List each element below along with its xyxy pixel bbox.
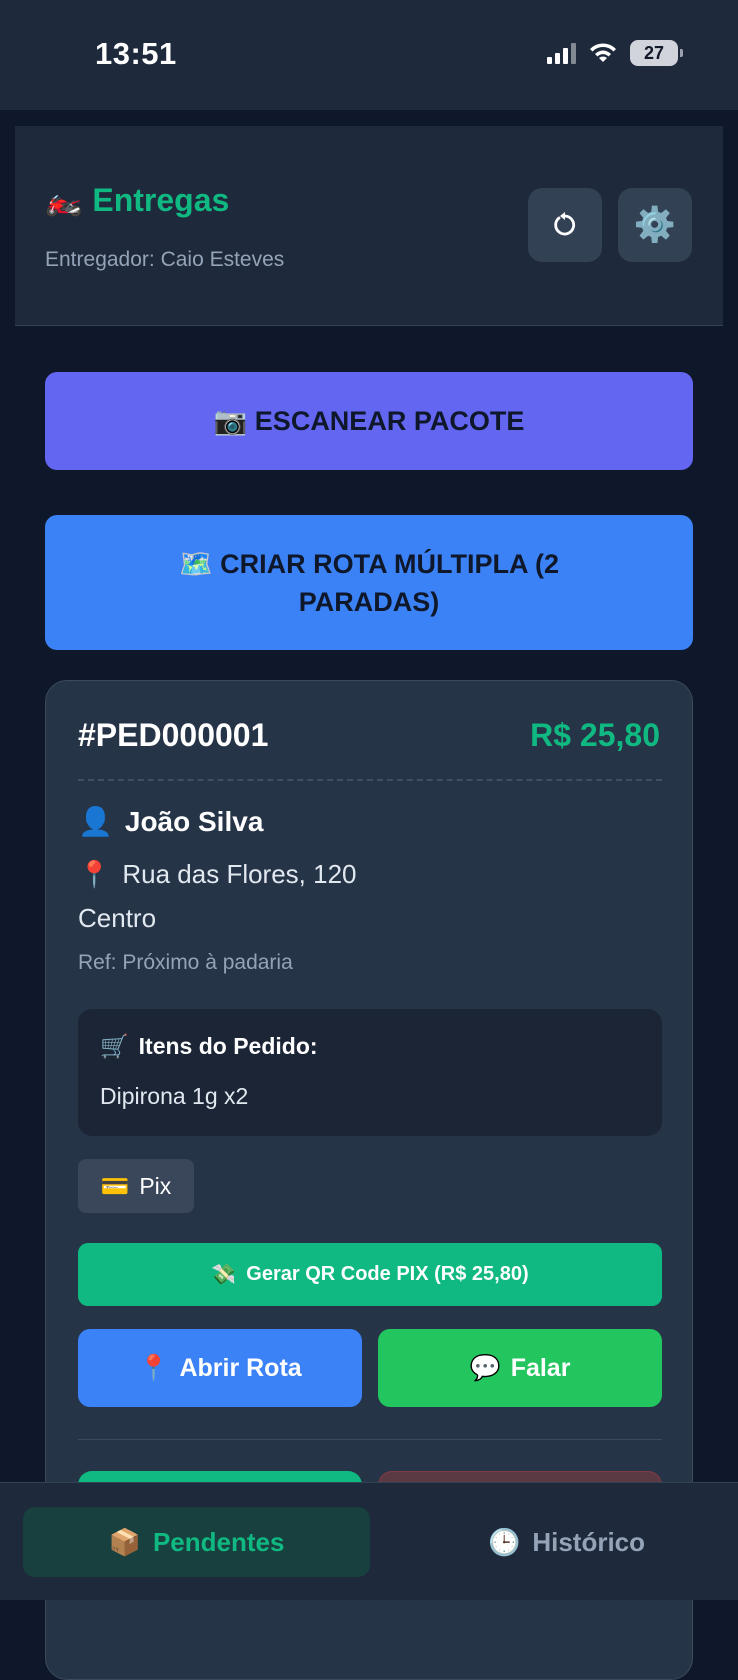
talk-label: Falar: [510, 1353, 571, 1382]
signal-icon: [547, 42, 576, 64]
items-title: 🛒 Itens do Pedido:: [100, 1033, 318, 1060]
scan-package-button[interactable]: 📷 ESCANEAR PACOTE: [45, 372, 693, 470]
tab-pending[interactable]: 📦 Pendentes: [23, 1507, 370, 1577]
open-route-button[interactable]: 📍 Abrir Rota: [78, 1329, 362, 1407]
payment-method-badge: 💳 Pix: [78, 1159, 194, 1213]
map-icon: 🗺️: [178, 548, 221, 579]
pin-icon: 📍: [138, 1353, 170, 1382]
courier-name: Entregador: Caio Esteves: [45, 248, 285, 271]
pin-icon: 📍: [78, 859, 111, 889]
district: Centro: [78, 903, 157, 933]
divider: [78, 779, 662, 781]
customer-address: 📍 Rua das Flores, 120: [78, 859, 357, 890]
bottom-nav: 📦 Pendentes 🕒 Histórico: [0, 1482, 738, 1600]
camera-icon: 📷: [213, 406, 255, 436]
create-route-text: CRIAR ROTA MÚLTIPLA (2 PARADAS): [220, 548, 560, 617]
address-reference: Ref: Próximo à padaria: [78, 951, 293, 974]
refresh-icon: [554, 212, 576, 236]
create-multi-route-button[interactable]: 🗺️ CRIAR ROTA MÚLTIPLA (2 PARADAS): [45, 515, 693, 650]
person-icon: 👤: [78, 806, 113, 837]
status-bar: 13:51 27: [0, 0, 738, 110]
scan-package-label: ESCANEAR PACOTE: [254, 406, 525, 436]
items-list: Dipirona 1g x2: [100, 1083, 249, 1109]
page-title-text: Entregas: [92, 182, 230, 218]
divider: [78, 1439, 662, 1440]
payment-method-text: Pix: [139, 1172, 172, 1199]
order-items-box: 🛒 Itens do Pedido: Dipirona 1g x2: [78, 1009, 662, 1136]
tab-pending-label: Pendentes: [152, 1526, 285, 1557]
status-icons: 27: [547, 40, 683, 66]
wifi-icon: [590, 43, 616, 62]
generate-pix-label: Gerar QR Code PIX (R$ 25,80): [246, 1263, 529, 1285]
address-text: Rua das Flores, 120: [122, 859, 357, 889]
tab-history[interactable]: 🕒 Histórico: [393, 1507, 738, 1577]
page-title: 🏍️ Entregas: [45, 182, 229, 219]
cart-icon: 🛒: [100, 1033, 129, 1059]
open-route-label: Abrir Rota: [179, 1353, 302, 1382]
clock-icon: 🕒: [487, 1526, 521, 1557]
app-header: 🏍️ Entregas Entregador: Caio Esteves ⚙️: [15, 126, 723, 326]
gear-icon: ⚙️: [633, 206, 677, 244]
status-time: 13:51: [95, 36, 177, 71]
customer-name: 👤 João Silva: [78, 805, 263, 838]
customer-name-text: João Silva: [124, 805, 264, 837]
talk-button[interactable]: 💬 Falar: [378, 1329, 662, 1407]
order-id: #PED000001: [78, 717, 269, 753]
order-total: R$ 25,80: [530, 717, 660, 753]
refresh-button[interactable]: [528, 188, 602, 262]
items-title-text: Itens do Pedido:: [138, 1033, 318, 1059]
create-route-label: 🗺️ CRIAR ROTA MÚLTIPLA (2 PARADAS): [125, 545, 613, 621]
package-icon: 📦: [108, 1526, 141, 1557]
battery-indicator: 27: [630, 40, 683, 66]
credit-card-icon: 💳: [100, 1172, 130, 1199]
tab-history-label: Histórico: [532, 1526, 646, 1557]
speech-bubble-icon: 💬: [469, 1353, 501, 1382]
motorcycle-icon: 🏍️: [45, 184, 83, 217]
settings-button[interactable]: ⚙️: [618, 188, 692, 262]
money-icon: 💸: [211, 1264, 237, 1286]
generate-pix-qr-button[interactable]: 💸 Gerar QR Code PIX (R$ 25,80): [78, 1243, 662, 1306]
